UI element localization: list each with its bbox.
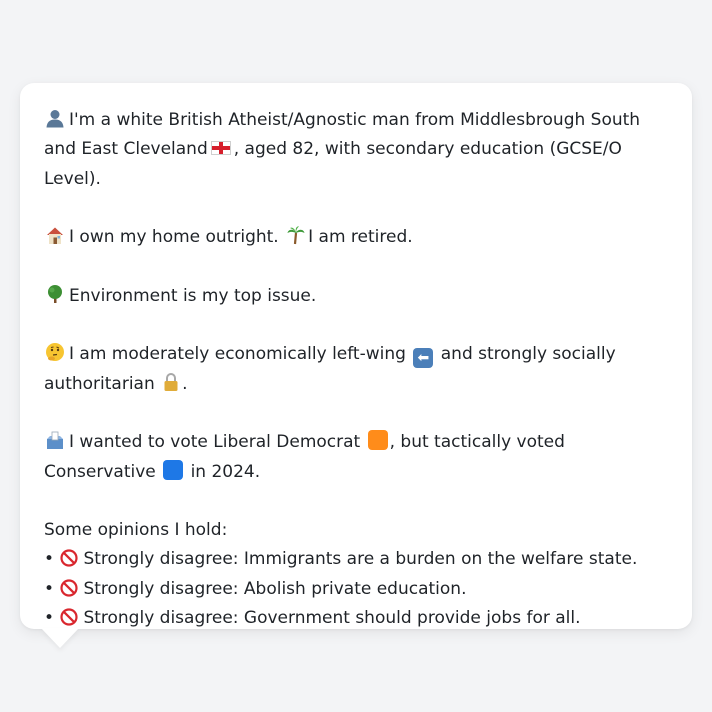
lock-icon — [162, 370, 180, 399]
conservative-blue-square-icon — [163, 459, 184, 480]
vote-line: I wanted to vote Liberal Democrat , but … — [44, 428, 668, 487]
top-issue-text: Environment is my top issue. — [69, 285, 317, 306]
prohibited-icon — [59, 545, 79, 574]
opinion-item: • Strongly disagree: Abolish private edu… — [44, 575, 668, 604]
opinion-text: Strongly disagree: Immigrants are a burd… — [83, 549, 638, 570]
ideology-text-c: . — [182, 373, 188, 394]
ballot-box-icon — [44, 428, 65, 457]
england-flag-icon — [210, 141, 231, 156]
left-arrow-icon: ⬅ — [413, 348, 434, 369]
opinion-item: • Strongly disagree: Government should p… — [44, 604, 668, 633]
housing-line: I own my home outright. I am retired. — [44, 223, 668, 252]
bullet: • — [44, 578, 55, 599]
opinions-heading: Some opinions I hold: — [44, 520, 228, 541]
prohibited-icon — [59, 575, 79, 604]
palm-tree-icon — [286, 223, 306, 252]
housing-text: I own my home outright. — [69, 227, 279, 248]
speech-bubble-tail — [41, 628, 79, 648]
bullet: • — [44, 608, 55, 629]
identity-line: I'm a white British Atheist/Agnostic man… — [44, 106, 668, 194]
top-issue-line: Environment is my top issue. — [44, 282, 668, 311]
thinking-face-icon — [44, 340, 65, 369]
vote-text-a: I wanted to vote Liberal Democrat — [69, 432, 361, 453]
house-icon — [44, 223, 65, 252]
libdem-orange-square-icon — [367, 430, 388, 451]
tree-icon — [44, 282, 65, 311]
person-silhouette-icon — [44, 106, 65, 135]
opinion-text: Strongly disagree: Government should pro… — [83, 608, 581, 629]
opinion-item: • Strongly disagree: Immigrants are a bu… — [44, 545, 668, 574]
ideology-text-a: I am moderately economically left-wing — [69, 344, 406, 365]
opinion-text: Strongly disagree: Abolish private educa… — [83, 578, 467, 599]
retired-text: I am retired. — [308, 227, 413, 248]
ideology-line: I am moderately economically left-wing ⬅… — [44, 340, 668, 399]
vote-text-c: in 2024. — [190, 461, 261, 482]
persona-card: I'm a white British Atheist/Agnostic man… — [20, 83, 692, 629]
bullet: • — [44, 549, 55, 570]
